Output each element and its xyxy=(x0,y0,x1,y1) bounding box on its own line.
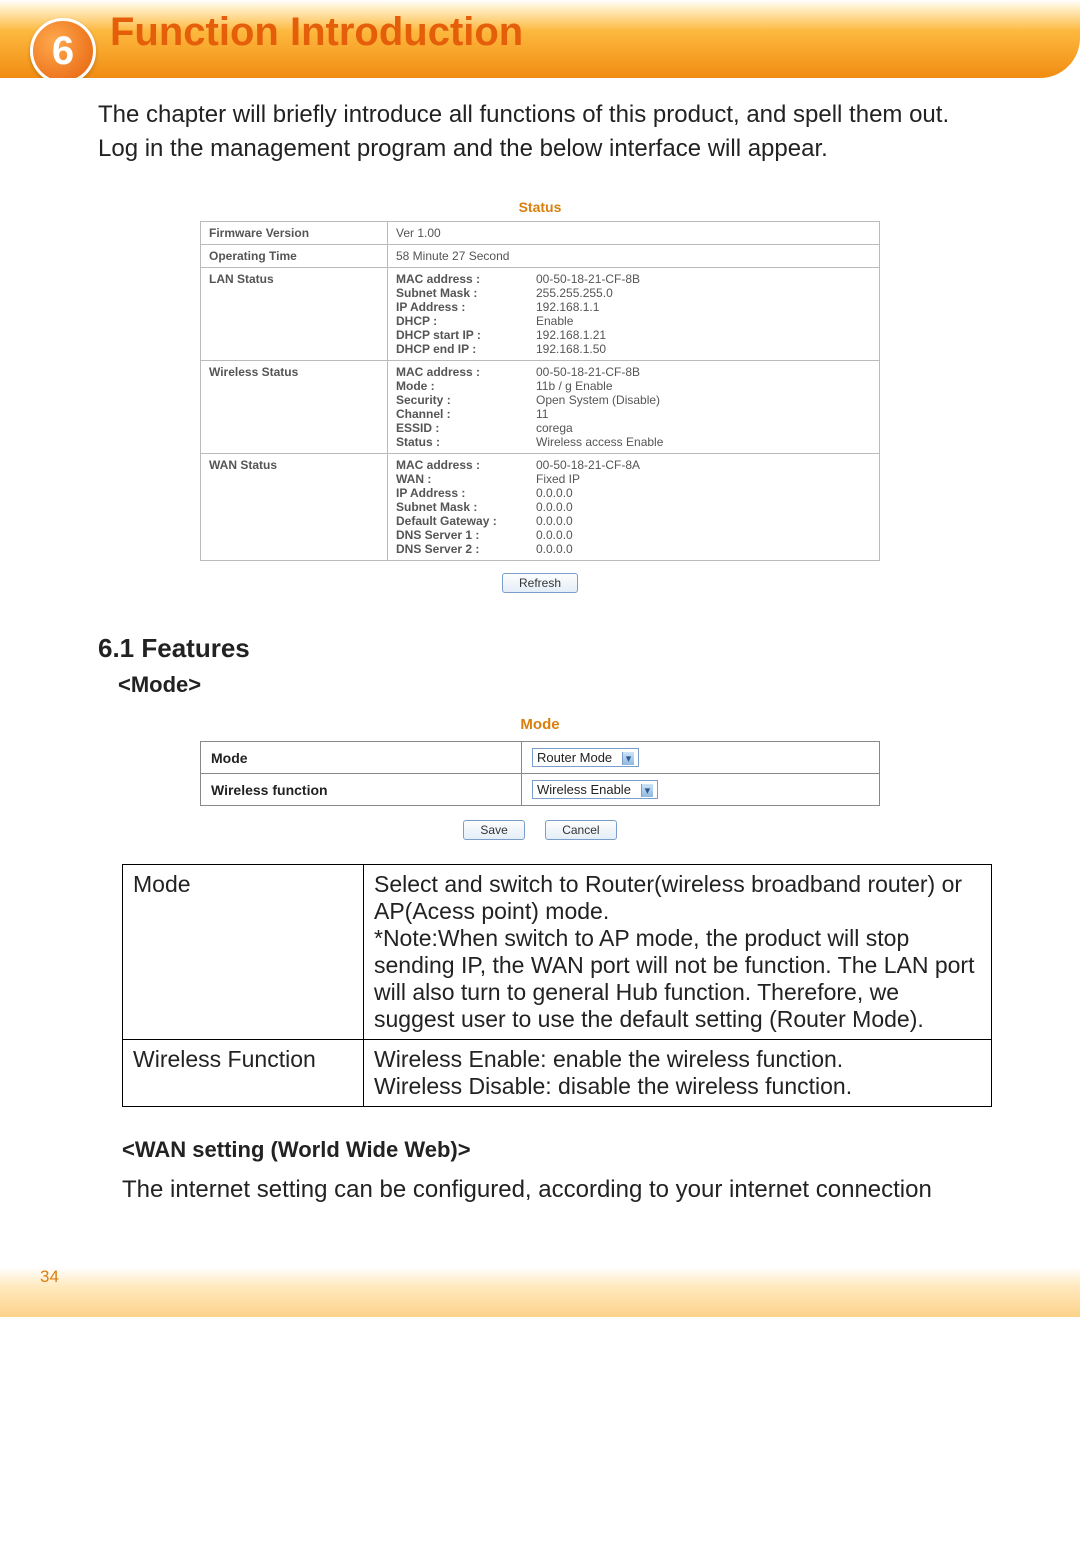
kv-key: WAN : xyxy=(396,472,536,486)
mode-explanation-table: Mode Select and switch to Router(wireles… xyxy=(122,864,992,1107)
firmware-label: Firmware Version xyxy=(201,222,388,245)
wireless-function-select[interactable]: Wireless Enable ▾ xyxy=(532,780,658,799)
lan-status-values: MAC address :00-50-18-21-CF-8BSubnet Mas… xyxy=(388,268,880,361)
wan-setting-body: The internet setting can be configured, … xyxy=(122,1173,982,1207)
expl-mode-label: Mode xyxy=(123,865,364,1040)
kv-value: 0.0.0.0 xyxy=(536,486,871,500)
lan-status-label: LAN Status xyxy=(201,268,388,361)
kv-value: Open System (Disable) xyxy=(536,393,871,407)
kv-value: Fixed IP xyxy=(536,472,871,486)
wireless-status-values: MAC address :00-50-18-21-CF-8BMode :11b … xyxy=(388,361,880,454)
chapter-header: 6 Function Introduction xyxy=(0,0,1080,78)
wan-status-label: WAN Status xyxy=(201,454,388,561)
expl-wireless-text: Wireless Enable: enable the wireless fun… xyxy=(364,1040,992,1107)
refresh-button[interactable]: Refresh xyxy=(502,573,578,593)
kv-row: Subnet Mask :255.255.255.0 xyxy=(396,286,871,300)
kv-row: Subnet Mask :0.0.0.0 xyxy=(396,500,871,514)
mode-screenshot: Mode Mode Router Mode ▾ Wireless functio… xyxy=(200,708,880,840)
kv-row: Status :Wireless access Enable xyxy=(396,435,871,449)
kv-key: DNS Server 2 : xyxy=(396,542,536,556)
kv-row: IP Address :0.0.0.0 xyxy=(396,486,871,500)
status-title: Status xyxy=(200,193,880,221)
kv-key: Security : xyxy=(396,393,536,407)
wan-setting-heading: <WAN setting (World Wide Web)> xyxy=(122,1137,982,1163)
kv-row: DNS Server 2 :0.0.0.0 xyxy=(396,542,871,556)
mode-select[interactable]: Router Mode ▾ xyxy=(532,748,639,767)
kv-key: IP Address : xyxy=(396,486,536,500)
kv-row: Security :Open System (Disable) xyxy=(396,393,871,407)
kv-value: 00-50-18-21-CF-8A xyxy=(536,458,871,472)
status-screenshot: Status Firmware Version Ver 1.00 Operati… xyxy=(200,193,880,593)
chevron-down-icon: ▾ xyxy=(641,784,654,797)
kv-key: Status : xyxy=(396,435,536,449)
kv-key: DHCP end IP : xyxy=(396,342,536,356)
kv-key: DHCP : xyxy=(396,314,536,328)
kv-key: Channel : xyxy=(396,407,536,421)
kv-value: 192.168.1.50 xyxy=(536,342,871,356)
kv-value: Wireless access Enable xyxy=(536,435,871,449)
wireless-function-label: Wireless function xyxy=(201,774,522,806)
mode-row-label: Mode xyxy=(201,742,522,774)
kv-key: IP Address : xyxy=(396,300,536,314)
kv-value: 192.168.1.1 xyxy=(536,300,871,314)
mode-heading: <Mode> xyxy=(118,672,982,698)
kv-key: DHCP start IP : xyxy=(396,328,536,342)
firmware-value: Ver 1.00 xyxy=(388,222,880,245)
page-number: 34 xyxy=(40,1267,59,1287)
kv-key: MAC address : xyxy=(396,272,536,286)
mode-table: Mode Router Mode ▾ Wireless function Wir… xyxy=(200,741,880,806)
kv-value: 0.0.0.0 xyxy=(536,514,871,528)
mode-title: Mode xyxy=(200,708,880,741)
kv-row: MAC address :00-50-18-21-CF-8B xyxy=(396,272,871,286)
kv-value: 0.0.0.0 xyxy=(536,528,871,542)
kv-key: Subnet Mask : xyxy=(396,286,536,300)
kv-row: Default Gateway :0.0.0.0 xyxy=(396,514,871,528)
expl-wireless-label: Wireless Function xyxy=(123,1040,364,1107)
cancel-button[interactable]: Cancel xyxy=(545,820,616,840)
kv-key: Mode : xyxy=(396,379,536,393)
status-table: Firmware Version Ver 1.00 Operating Time… xyxy=(200,221,880,561)
kv-value: 11 xyxy=(536,407,871,421)
optime-label: Operating Time xyxy=(201,245,388,268)
wan-status-values: MAC address :00-50-18-21-CF-8AWAN :Fixed… xyxy=(388,454,880,561)
save-button[interactable]: Save xyxy=(463,820,524,840)
chapter-title: Function Introduction xyxy=(110,10,523,55)
kv-row: Channel :11 xyxy=(396,407,871,421)
page-footer: 34 xyxy=(0,1267,1080,1317)
kv-value: corega xyxy=(536,421,871,435)
kv-key: Default Gateway : xyxy=(396,514,536,528)
kv-value: Enable xyxy=(536,314,871,328)
optime-value: 58 Minute 27 Second xyxy=(388,245,880,268)
kv-key: DNS Server 1 : xyxy=(396,528,536,542)
kv-value: 192.168.1.21 xyxy=(536,328,871,342)
kv-row: DHCP start IP :192.168.1.21 xyxy=(396,328,871,342)
kv-row: WAN :Fixed IP xyxy=(396,472,871,486)
chapter-number-badge: 6 xyxy=(30,18,96,78)
kv-value: 00-50-18-21-CF-8B xyxy=(536,365,871,379)
kv-key: ESSID : xyxy=(396,421,536,435)
mode-select-value: Router Mode xyxy=(537,750,612,765)
kv-key: MAC address : xyxy=(396,458,536,472)
kv-value: 0.0.0.0 xyxy=(536,500,871,514)
kv-row: DHCP :Enable xyxy=(396,314,871,328)
kv-key: Subnet Mask : xyxy=(396,500,536,514)
kv-value: 00-50-18-21-CF-8B xyxy=(536,272,871,286)
features-heading: 6.1 Features xyxy=(98,633,982,664)
kv-value: 255.255.255.0 xyxy=(536,286,871,300)
kv-row: ESSID :corega xyxy=(396,421,871,435)
kv-key: MAC address : xyxy=(396,365,536,379)
intro-paragraph: The chapter will briefly introduce all f… xyxy=(98,98,982,165)
expl-mode-text: Select and switch to Router(wireless bro… xyxy=(364,865,992,1040)
kv-row: MAC address :00-50-18-21-CF-8B xyxy=(396,365,871,379)
kv-row: Mode :11b / g Enable xyxy=(396,379,871,393)
kv-row: IP Address :192.168.1.1 xyxy=(396,300,871,314)
kv-value: 0.0.0.0 xyxy=(536,542,871,556)
kv-value: 11b / g Enable xyxy=(536,379,871,393)
wireless-status-label: Wireless Status xyxy=(201,361,388,454)
kv-row: DHCP end IP :192.168.1.50 xyxy=(396,342,871,356)
wireless-function-value: Wireless Enable xyxy=(537,782,631,797)
kv-row: MAC address :00-50-18-21-CF-8A xyxy=(396,458,871,472)
chevron-down-icon: ▾ xyxy=(622,752,635,765)
kv-row: DNS Server 1 :0.0.0.0 xyxy=(396,528,871,542)
